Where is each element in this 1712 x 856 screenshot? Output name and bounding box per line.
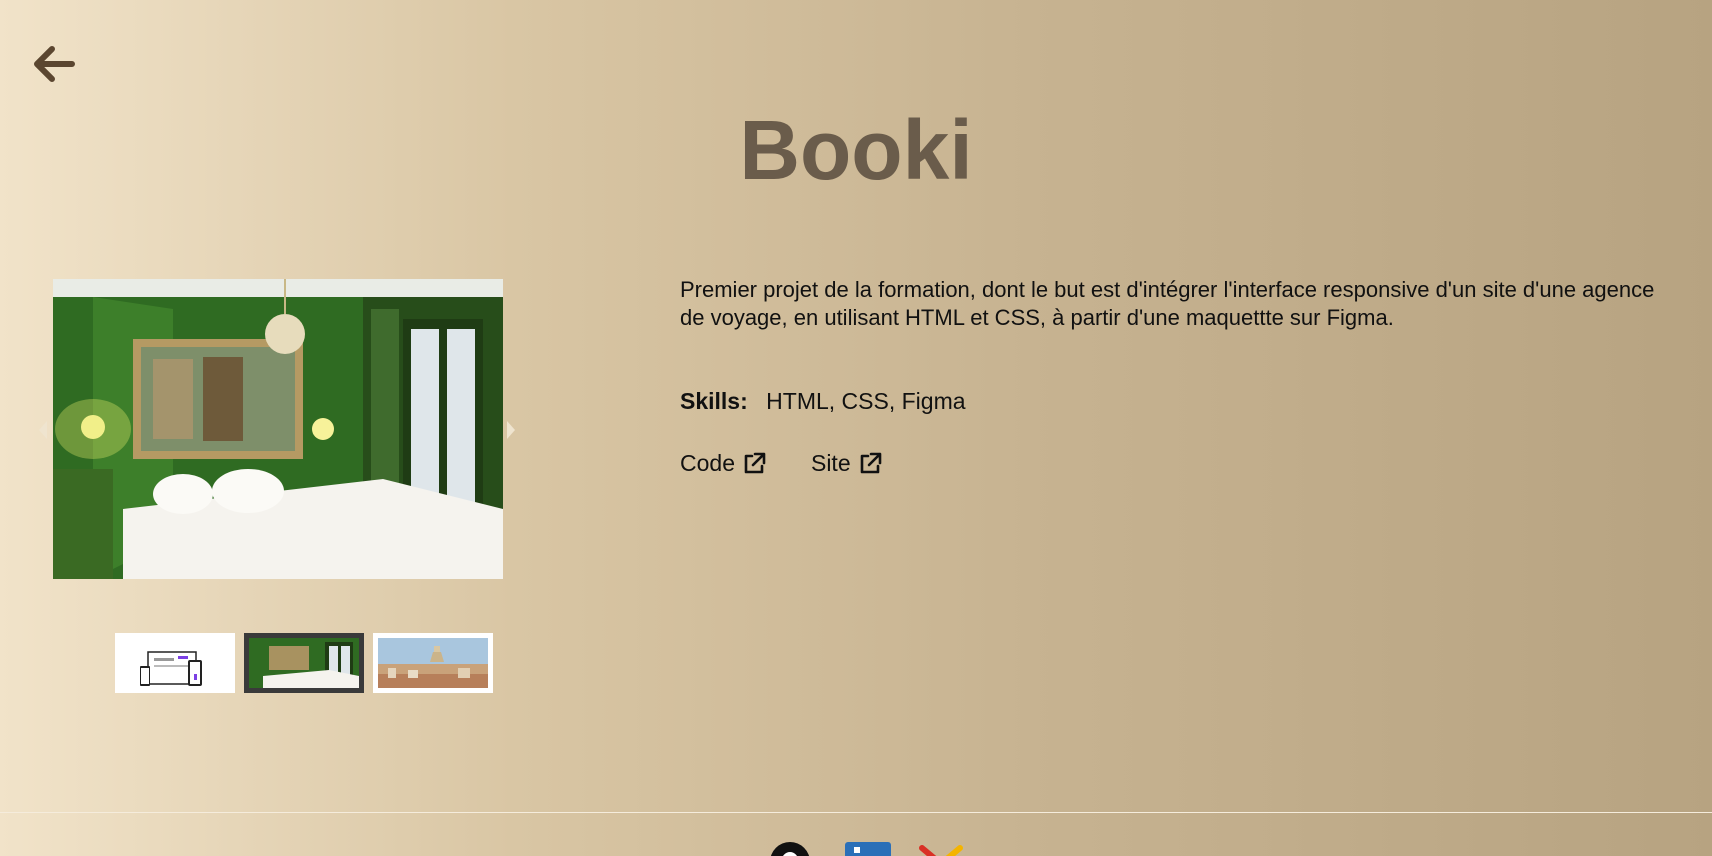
code-link-label: Code xyxy=(680,450,735,476)
site-link-label: Site xyxy=(810,450,851,476)
project-links: Code Site xyxy=(680,449,1680,477)
chevron-right-icon xyxy=(507,421,515,439)
cityscape-thumb xyxy=(378,638,488,688)
external-link-icon xyxy=(860,452,881,474)
project-description: Premier projet de la formation, dont le … xyxy=(680,277,1655,330)
carousel-thumbnails xyxy=(115,633,493,693)
footer-social-links xyxy=(770,842,970,856)
thumbnail-green-hotel-room[interactable] xyxy=(244,633,364,693)
carousel-next-button[interactable] xyxy=(504,419,518,441)
footer-divider xyxy=(0,812,1712,813)
green-hotel-room-thumb xyxy=(249,638,359,688)
arrow-left-icon xyxy=(34,46,75,82)
page-title: Booki xyxy=(739,103,973,197)
carousel-main-image xyxy=(53,279,503,579)
thumbnail-marseille-cityscape[interactable] xyxy=(373,633,493,693)
green-hotel-room-image xyxy=(53,279,503,579)
skills-row: Skills: HTML, CSS, Figma xyxy=(680,387,1680,415)
image-carousel xyxy=(34,279,520,579)
site-link[interactable]: Site xyxy=(811,449,883,477)
chevron-left-icon xyxy=(39,421,47,439)
linkedin-icon[interactable] xyxy=(845,842,891,856)
external-link-icon xyxy=(744,452,766,474)
skills-label: Skills: xyxy=(680,388,748,414)
gmail-icon[interactable] xyxy=(918,842,964,856)
carousel-prev-button[interactable] xyxy=(36,419,50,441)
website-mockup-image xyxy=(120,638,230,688)
project-info: Premier projet de la formation, dont le … xyxy=(680,276,1680,477)
thumbnail-booki-website-mockup[interactable] xyxy=(115,633,235,693)
github-icon[interactable] xyxy=(770,842,810,856)
skills-value: HTML, CSS, Figma xyxy=(766,388,966,414)
back-button[interactable] xyxy=(30,42,78,86)
code-link[interactable]: Code xyxy=(680,449,767,477)
